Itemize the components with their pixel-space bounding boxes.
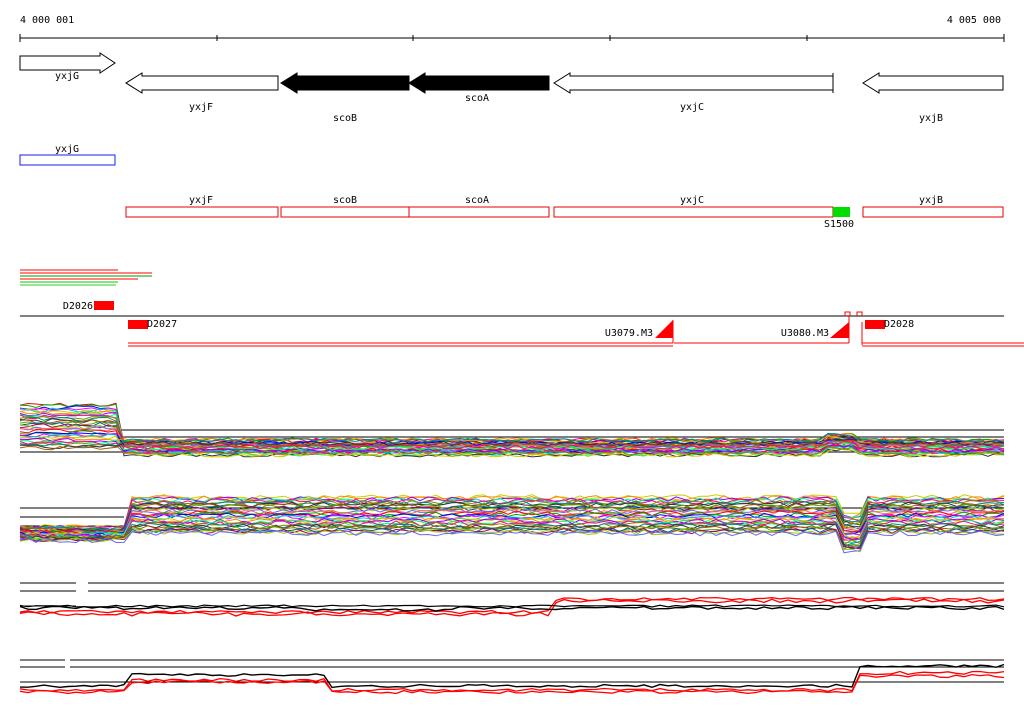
segment-wedge-U3079.M3[interactable]	[655, 320, 673, 338]
segment-box-D2026[interactable]	[94, 301, 114, 310]
gene-arrow-yxjB[interactable]	[862, 72, 1004, 94]
segment-box-D2027[interactable]	[128, 320, 148, 329]
feature-label-scoA: scoA	[465, 195, 489, 206]
expression-profile-panel-1	[19, 402, 1005, 458]
gene-arrow-yxjF[interactable]	[125, 72, 279, 94]
marker-box-S1500[interactable]	[833, 207, 850, 217]
feature-track: yxjG yxjF scoB scoA yxjC S1500 yxjB	[19, 144, 1004, 230]
segment-label-D2028: D2028	[884, 319, 914, 330]
expression-profile-panel-2	[19, 493, 1005, 554]
gene-track: yxjG yxjF scoB scoA yxjC yxjB	[19, 52, 1004, 124]
gene-label-yxjC: yxjC	[680, 102, 704, 113]
feature-box-yxjG[interactable]	[19, 154, 116, 166]
expression-profile-panel-3	[19, 582, 1005, 617]
marker-label-S1500: S1500	[824, 219, 854, 230]
gene-arrow-scoA[interactable]	[408, 72, 550, 94]
feature-label-yxjC: yxjC	[680, 195, 704, 206]
feature-box-scoB[interactable]	[280, 206, 410, 218]
genome-browser-view: 4 000 001 4 005 000 yxjG yxjF scoB scoA …	[19, 15, 1024, 695]
ruler-start-label: 4 000 001	[20, 15, 74, 26]
expression-profile-panel-4	[19, 659, 1005, 695]
feature-box-yxjB[interactable]	[862, 206, 1004, 218]
segment-track: D2026 D2027 U3079.M3 U3080.M3 D2028	[20, 301, 1024, 347]
segment-label-U3080.M3: U3080.M3	[781, 328, 829, 339]
gene-label-yxjF: yxjF	[189, 102, 213, 113]
segment-notch	[856, 311, 863, 316]
segment-label-D2026: D2026	[63, 301, 93, 312]
gene-arrow-yxjG[interactable]	[19, 52, 116, 74]
coordinate-ruler: 4 000 001 4 005 000	[19, 15, 1005, 42]
gene-label-scoB: scoB	[333, 113, 357, 124]
feature-box-scoA[interactable]	[408, 206, 550, 218]
profile-trace	[19, 604, 1005, 608]
gene-label-scoA: scoA	[465, 93, 489, 104]
segment-label-U3079.M3: U3079.M3	[605, 328, 653, 339]
feature-label-yxjG: yxjG	[55, 144, 79, 155]
feature-label-yxjB: yxjB	[919, 195, 943, 206]
feature-box-yxjF[interactable]	[125, 206, 279, 218]
segment-box-D2028[interactable]	[865, 320, 885, 329]
feature-label-yxjF: yxjF	[189, 195, 213, 206]
gene-arrow-scoB[interactable]	[280, 72, 410, 94]
gene-label-yxjG: yxjG	[55, 71, 79, 82]
gene-arrow-yxjC[interactable]	[553, 72, 834, 94]
gene-label-yxjB: yxjB	[919, 113, 943, 124]
segment-wedge-U3080.M3[interactable]	[830, 322, 849, 338]
ruler-end-label: 4 005 000	[947, 15, 1001, 26]
feature-label-scoB: scoB	[333, 195, 357, 206]
feature-box-yxjC[interactable]	[553, 206, 834, 218]
short-read-lines	[20, 269, 152, 286]
segment-label-D2027: D2027	[147, 319, 177, 330]
profile-trace	[19, 605, 1005, 612]
segment-notch	[844, 311, 851, 316]
